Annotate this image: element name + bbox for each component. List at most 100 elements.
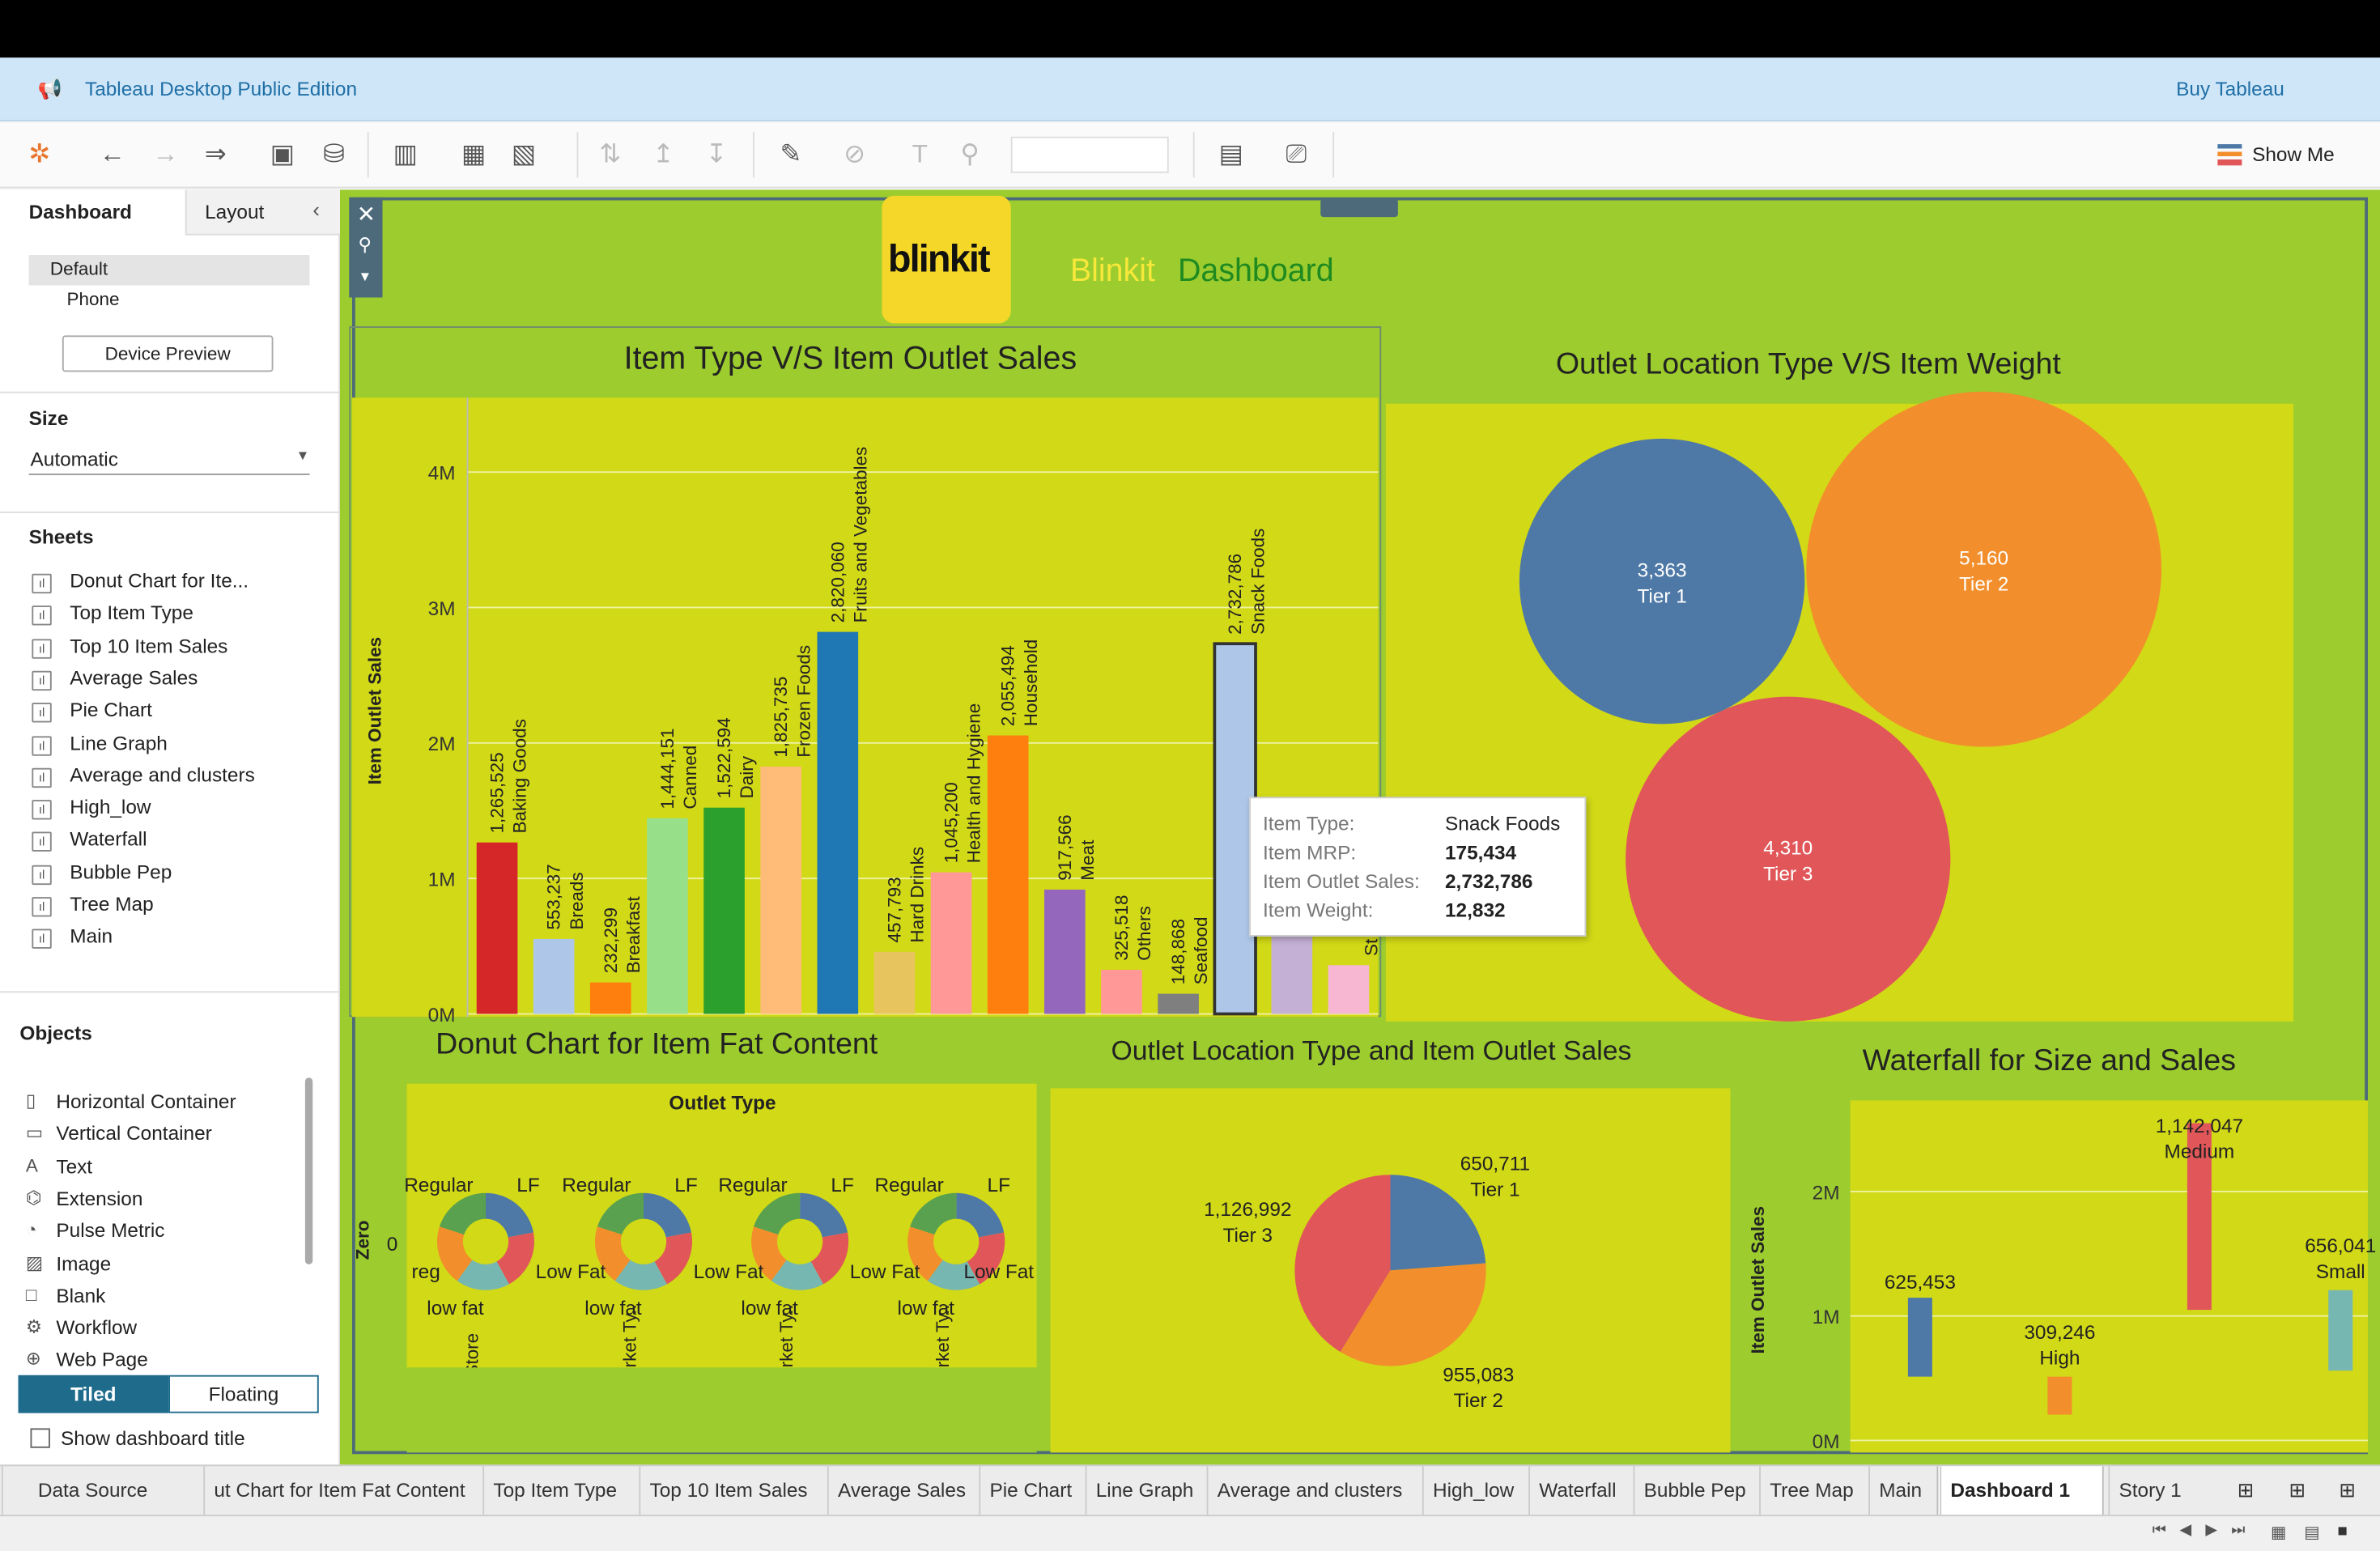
new-sheet-icon[interactable]: ⊞ — [2238, 1478, 2254, 1502]
device-preview-button[interactable]: Device Preview — [62, 335, 274, 372]
donut-label: Regular — [874, 1175, 943, 1196]
nav-last-icon[interactable]: ⏭ — [2231, 1523, 2245, 1540]
chevron-down-icon[interactable]: ▼ — [296, 448, 310, 463]
y-tick-label: 1M — [428, 869, 456, 891]
sheet-tab[interactable]: Dashboard 1 — [1950, 1478, 2070, 1501]
sort-desc-icon[interactable]: ↧ — [699, 137, 735, 173]
sort-asc-icon[interactable]: ↥ — [645, 137, 682, 173]
bar-category-label: Seafood — [1191, 917, 1211, 985]
new-datasource-icon[interactable]: ⛁ — [316, 137, 352, 173]
nav-next-icon[interactable]: ▶ — [2205, 1523, 2216, 1540]
sheet-tab[interactable]: Story 1 — [2119, 1478, 2182, 1501]
show-cards-icon[interactable]: ▤ — [1213, 137, 1249, 173]
tab-view-icon[interactable]: ■ — [2338, 1523, 2348, 1541]
redo-icon[interactable]: → — [147, 137, 184, 173]
sheet-tab[interactable]: Line Graph — [1096, 1478, 1194, 1501]
sheet-tab[interactable]: ut Chart for Item Fat Content — [214, 1478, 465, 1501]
nav-first-icon[interactable]: ⏮ — [2153, 1523, 2166, 1540]
bar-category-label: Breads — [567, 872, 587, 929]
swap-icon[interactable]: ⇅ — [592, 137, 628, 173]
y-axis-title: Item Outlet Sales — [1748, 1206, 1768, 1354]
object-icon: A — [25, 1154, 38, 1176]
size-select[interactable]: Automatic — [31, 448, 118, 470]
sheet-item[interactable]: Donut Chart for Ite... — [70, 569, 249, 592]
worksheet-icon: ıl — [32, 800, 52, 820]
collapse-icon[interactable]: ‹ — [312, 198, 320, 222]
buy-tableau-link[interactable]: Buy Tableau — [2176, 78, 2284, 100]
bar-value-label: 232,299 — [601, 907, 621, 973]
tooltip-value: 2,732,786 — [1445, 869, 1533, 893]
labels-icon[interactable]: T — [902, 137, 938, 173]
show-me-button[interactable]: Show Me — [2252, 142, 2335, 165]
sheet-item[interactable]: High_low — [70, 796, 151, 818]
donut-label: Regular — [562, 1175, 631, 1196]
sheet-tab[interactable]: Main — [1879, 1478, 1922, 1501]
sheet-tab[interactable]: Top 10 Item Sales — [650, 1478, 808, 1501]
sheet-item[interactable]: Average and clusters — [70, 763, 255, 786]
show-me-icon[interactable] — [2217, 144, 2242, 166]
clear-sheet-icon[interactable]: ▧ — [505, 137, 542, 173]
new-story-icon[interactable]: ⊞ — [2339, 1478, 2355, 1502]
new-dashboard-icon[interactable]: ⊞ — [2289, 1478, 2306, 1502]
sheet-tab[interactable]: Average Sales — [838, 1478, 966, 1501]
duplicate-sheet-icon[interactable]: ▦ — [456, 137, 492, 173]
floating-button[interactable]: Floating — [168, 1375, 319, 1413]
sheet-item[interactable]: Tree Map — [70, 893, 153, 916]
tab-dashboard[interactable]: Dashboard — [29, 201, 132, 223]
replay-icon[interactable]: ⇒ — [198, 137, 234, 173]
bar — [703, 807, 745, 1014]
bar — [1044, 889, 1086, 1014]
sheet-item[interactable]: Top 10 Item Sales — [70, 634, 227, 657]
tab-layout[interactable]: Layout — [205, 201, 264, 223]
undo-icon[interactable]: ← — [94, 137, 130, 173]
bar-category-label: Frozen Foods — [793, 645, 814, 758]
save-icon[interactable]: ▣ — [264, 137, 300, 173]
sheet-item[interactable]: Pie Chart — [70, 699, 152, 721]
objects-scrollbar[interactable] — [304, 1077, 313, 1264]
object-item[interactable]: Pulse Metric — [56, 1219, 164, 1242]
object-item[interactable]: Image — [56, 1251, 111, 1274]
sheet-tab[interactable]: Pie Chart — [990, 1478, 1073, 1501]
fit-dropdown[interactable] — [1010, 136, 1169, 173]
tableau-logo-icon[interactable]: ✲ — [21, 137, 57, 173]
device-phone[interactable]: Phone — [67, 288, 120, 309]
bar-value-label: 1,045,200 — [941, 782, 962, 863]
object-item[interactable]: Vertical Container — [56, 1122, 211, 1145]
bar-value-label: 1,522,594 — [714, 717, 734, 798]
device-default-label: Default — [49, 257, 108, 279]
object-item[interactable]: Workflow — [56, 1316, 137, 1339]
sheet-tab[interactable]: Average and clusters — [1218, 1478, 1403, 1501]
sheet-tab[interactable]: Data Source — [38, 1478, 147, 1501]
sheet-item[interactable]: Line Graph — [70, 731, 168, 754]
tooltip: Item Type: Snack Foods Item MRP: 175,434 I… — [1249, 797, 1587, 937]
show-title-checkbox[interactable] — [30, 1428, 50, 1448]
grid-view-icon[interactable]: ▦ — [2271, 1523, 2287, 1543]
sheet-item[interactable]: Average Sales — [70, 666, 198, 689]
sheets-heading: Sheets — [28, 525, 94, 548]
highlight-icon[interactable]: ✎ — [772, 137, 809, 173]
sheet-tab[interactable]: High_low — [1433, 1478, 1514, 1501]
nav-prev-icon[interactable]: ◀ — [2180, 1523, 2191, 1540]
object-item[interactable]: Extension — [56, 1187, 142, 1209]
sheet-tab[interactable]: Waterfall — [1539, 1478, 1616, 1501]
object-item[interactable]: Horizontal Container — [56, 1090, 236, 1112]
bar-value-label: 1,265,525 — [487, 752, 508, 833]
tiled-button[interactable]: Tiled — [18, 1375, 169, 1413]
group-icon[interactable]: ⊘ — [836, 137, 873, 173]
presentation-icon[interactable]: ⎚ — [1278, 137, 1315, 173]
object-item[interactable]: Blank — [56, 1284, 105, 1307]
sheet-item[interactable]: Main — [70, 924, 113, 947]
object-item[interactable]: Web Page — [56, 1349, 147, 1371]
object-item[interactable]: Text — [56, 1154, 92, 1177]
sheet-item[interactable]: Bubble Pep — [70, 860, 172, 883]
new-worksheet-icon[interactable]: ▥ — [387, 137, 423, 173]
sheet-tab[interactable]: Tree Map — [1770, 1478, 1853, 1501]
pin-icon[interactable]: ⚲ — [952, 137, 988, 173]
sheet-tab[interactable]: Top Item Type — [493, 1478, 617, 1501]
sheet-item[interactable]: Top Item Type — [70, 601, 193, 624]
bubble-value: 3,363 — [1638, 560, 1687, 582]
film-view-icon[interactable]: ▤ — [2304, 1523, 2320, 1543]
sheet-item[interactable]: Waterfall — [70, 828, 147, 851]
sheet-tab[interactable]: Bubble Pep — [1644, 1478, 1746, 1501]
worksheet-icon: ıl — [32, 670, 52, 691]
